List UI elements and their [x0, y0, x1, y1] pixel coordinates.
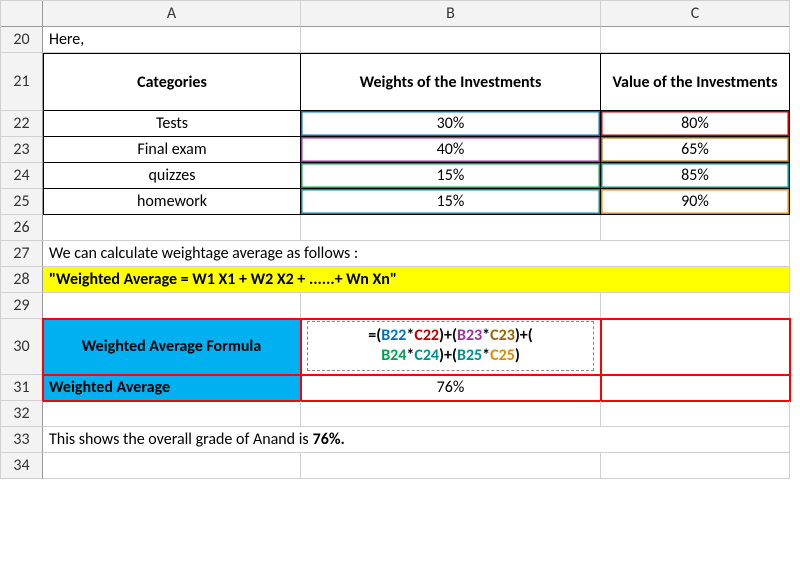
cell-b32[interactable]	[301, 401, 601, 427]
conclusion-pre: This shows the overall grade of Anand is	[49, 430, 309, 449]
cell-b25[interactable]: 15%	[301, 189, 601, 215]
cell-a25[interactable]: homework	[43, 189, 301, 215]
cell-b20[interactable]	[301, 27, 601, 53]
cell-a27[interactable]: We can calculate weightage average as fo…	[43, 241, 790, 267]
row-header-34[interactable]: 34	[1, 453, 43, 479]
row-header-30[interactable]: 30	[1, 319, 43, 375]
formula-plain: )+(	[439, 346, 457, 365]
formula-plain: =(	[368, 326, 381, 345]
formula-plain: *	[482, 326, 490, 345]
cell-a32[interactable]	[43, 401, 301, 427]
row-header-21[interactable]: 21	[1, 53, 43, 111]
cell-a23[interactable]: Final exam	[43, 137, 301, 163]
row-header-25[interactable]: 25	[1, 189, 43, 215]
cell-a22[interactable]: Tests	[43, 111, 301, 137]
cell-b24[interactable]: 15%	[301, 163, 601, 189]
cell-a33[interactable]: This shows the overall grade of Anand is…	[43, 427, 790, 453]
cell-b21-weights[interactable]: Weights of the Investments	[301, 53, 601, 111]
cell-a29[interactable]	[43, 293, 301, 319]
cell-c21-value[interactable]: Value of the Investments	[601, 53, 790, 111]
cell-b22[interactable]: 30%	[301, 111, 601, 137]
cell-b30-formula[interactable]: =(B22*C22)+(B23*C23)+(B24*C24)+(B25*C25)	[301, 319, 601, 375]
formula-ref-c24: C24	[414, 346, 439, 365]
cell-a28[interactable]: "Weighted Average = W1 X1 + W2 X2 + ....…	[43, 267, 790, 293]
spreadsheet[interactable]: A B C 20 Here, 21 Categories Weights of …	[0, 0, 790, 479]
cell-c20[interactable]	[601, 27, 790, 53]
cell-c34[interactable]	[601, 453, 790, 479]
row-header-33[interactable]: 33	[1, 427, 43, 453]
row-header-26[interactable]: 26	[1, 215, 43, 241]
cell-a30-formula-label[interactable]: Weighted Average Formula	[43, 319, 301, 375]
col-header-a[interactable]: A	[43, 1, 301, 27]
formula-plain: )	[515, 346, 520, 365]
row-header-29[interactable]: 29	[1, 293, 43, 319]
formula-ref-b22: B22	[381, 326, 406, 345]
row-header-20[interactable]: 20	[1, 27, 43, 53]
row-header-27[interactable]: 27	[1, 241, 43, 267]
formula-ref-c25: C25	[490, 346, 515, 365]
formula-editor[interactable]: =(B22*C22)+(B23*C23)+(B24*C24)+(B25*C25)	[307, 321, 594, 371]
col-header-b[interactable]: B	[301, 1, 601, 27]
cell-c24[interactable]: 85%	[601, 163, 790, 189]
cell-c30[interactable]	[601, 319, 790, 375]
formula-ref-b24: B24	[381, 346, 406, 365]
select-all-corner[interactable]	[1, 1, 43, 27]
formula-ref-c23: C23	[490, 326, 515, 345]
cell-a26[interactable]	[43, 215, 301, 241]
cell-a31-result-label[interactable]: Weighted Average	[43, 375, 301, 401]
cell-c23[interactable]: 65%	[601, 137, 790, 163]
row-header-31[interactable]: 31	[1, 375, 43, 401]
row-header-24[interactable]: 24	[1, 163, 43, 189]
cell-b26[interactable]	[301, 215, 601, 241]
row-header-22[interactable]: 22	[1, 111, 43, 137]
cell-c29[interactable]	[601, 293, 790, 319]
cell-b23[interactable]: 40%	[301, 137, 601, 163]
formula-plain: )+(	[439, 326, 457, 345]
cell-c25[interactable]: 90%	[601, 189, 790, 215]
cell-c31[interactable]	[601, 375, 790, 401]
cell-b29[interactable]	[301, 293, 601, 319]
row-header-32[interactable]: 32	[1, 401, 43, 427]
formula-plain: *	[482, 346, 490, 365]
cell-a34[interactable]	[43, 453, 301, 479]
formula-plain: )+(	[515, 326, 533, 345]
cell-a20[interactable]: Here,	[43, 27, 301, 53]
col-header-c[interactable]: C	[601, 1, 790, 27]
cell-b31-result[interactable]: 76%	[301, 375, 601, 401]
formula-ref-b23: B23	[457, 326, 482, 345]
formula-ref-c22: C22	[414, 326, 439, 345]
cell-a24[interactable]: quizzes	[43, 163, 301, 189]
row-header-23[interactable]: 23	[1, 137, 43, 163]
cell-c32[interactable]	[601, 401, 790, 427]
cell-b34[interactable]	[301, 453, 601, 479]
conclusion-value: 76%.	[313, 430, 345, 449]
cell-a21-categories[interactable]: Categories	[43, 53, 301, 111]
formula-ref-b25: B25	[457, 346, 482, 365]
cell-c26[interactable]	[601, 215, 790, 241]
cell-c22[interactable]: 80%	[601, 111, 790, 137]
row-header-28[interactable]: 28	[1, 267, 43, 293]
